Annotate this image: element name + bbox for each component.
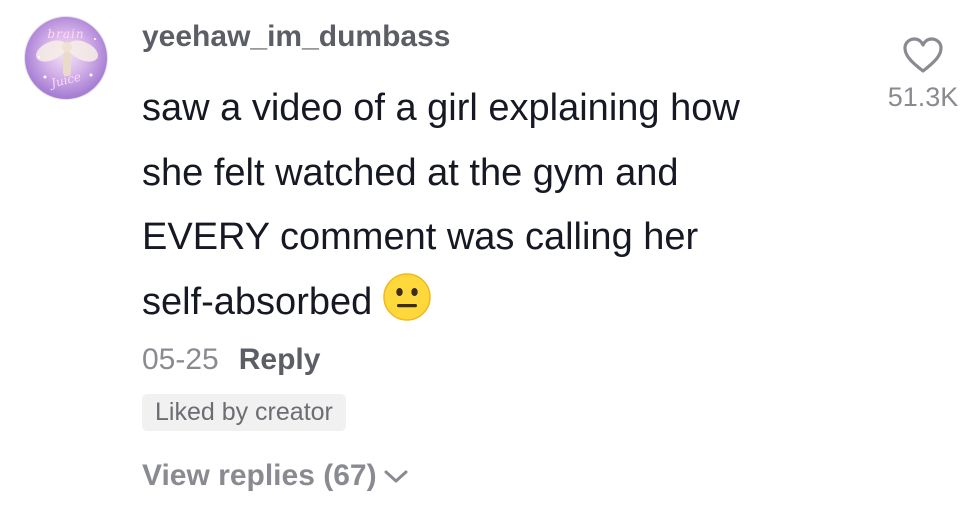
neutral-face-emoji-icon (383, 272, 431, 321)
like-control[interactable]: 51.3K (878, 36, 968, 114)
view-replies-button[interactable]: View replies (67) (142, 456, 409, 496)
comment-username[interactable]: yeehaw_im_dumbass (142, 17, 450, 57)
comment-meta: 05-25 Reply (142, 340, 320, 380)
comment-item: brain Juice yeehaw_im_dumbass saw a vide… (0, 0, 980, 521)
comment-text-line: she felt watched at the gym and (142, 151, 679, 194)
comment-text-line-content: self-absorbed (142, 280, 373, 323)
comment-text-line: saw a video of a girl explaining how (142, 87, 740, 129)
like-count: 51.3K (887, 82, 959, 112)
chevron-down-icon (384, 470, 408, 483)
avatar[interactable]: brain Juice (24, 16, 108, 100)
avatar-text-top: brain (47, 27, 85, 41)
view-replies-label: View replies (67) (142, 459, 377, 492)
comment-text-line: self-absorbed (142, 270, 862, 335)
comment-text-line: EVERY comment was calling her (142, 216, 699, 258)
heart-outline-icon[interactable] (902, 36, 944, 74)
reply-button[interactable]: Reply (239, 343, 321, 376)
liked-by-creator-badge: Liked by creator (142, 394, 346, 431)
comment-text: saw a video of a girl explaining how she… (142, 76, 862, 334)
comment-date: 05-25 (142, 343, 219, 376)
